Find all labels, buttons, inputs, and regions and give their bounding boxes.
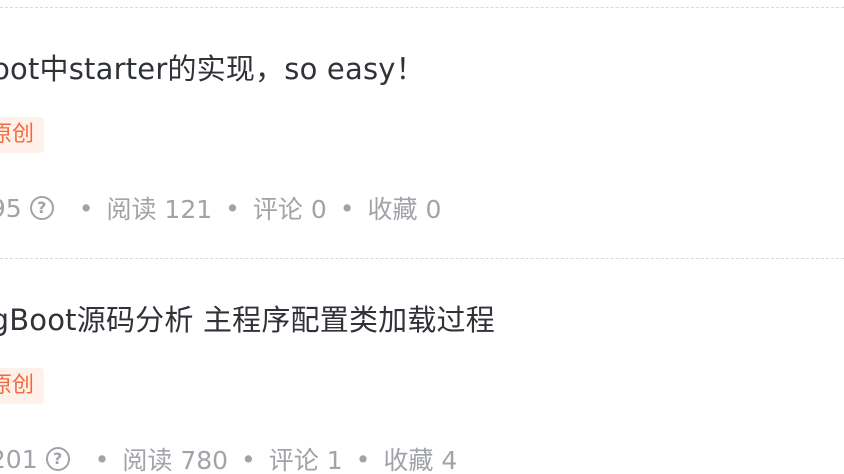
article-meta: 795 ? • 阅读 121 • 评论 0 • 收藏 0 (0, 190, 441, 226)
view-count: 9201 (0, 444, 38, 474)
separator-dot: • (225, 193, 240, 223)
separator-dot: • (355, 444, 371, 474)
separator-dot: • (339, 193, 355, 223)
separator-dot: • (94, 444, 110, 474)
separator-dot: • (241, 444, 256, 474)
favorite-count: 收藏 0 (367, 195, 442, 224)
help-icon[interactable]: ? (29, 196, 54, 220)
read-count: 阅读 121 (106, 195, 213, 224)
article-meta: 9201 ? • 阅读 780 • 评论 1 • 收藏 4 (0, 441, 457, 474)
divider (0, 7, 844, 8)
read-count: 阅读 780 (122, 446, 229, 474)
article-title[interactable]: ngBoot源码分析 主程序配置类加载过程 (0, 297, 495, 339)
article-list: Boot中starter的实现，so easy！ 原创 795 ? • 阅读 1… (0, 0, 844, 474)
divider (0, 258, 844, 259)
original-tag: 原创 (0, 368, 45, 404)
separator-dot: • (78, 193, 94, 223)
help-icon[interactable]: ? (45, 447, 70, 471)
view-count: 795 (0, 193, 22, 223)
comment-count[interactable]: 评论 1 (269, 441, 343, 474)
comment-count[interactable]: 评论 0 (253, 190, 327, 226)
article-title[interactable]: Boot中starter的实现，so easy！ (0, 46, 425, 88)
original-tag: 原创 (0, 117, 45, 153)
favorite-count: 收藏 4 (383, 446, 458, 474)
